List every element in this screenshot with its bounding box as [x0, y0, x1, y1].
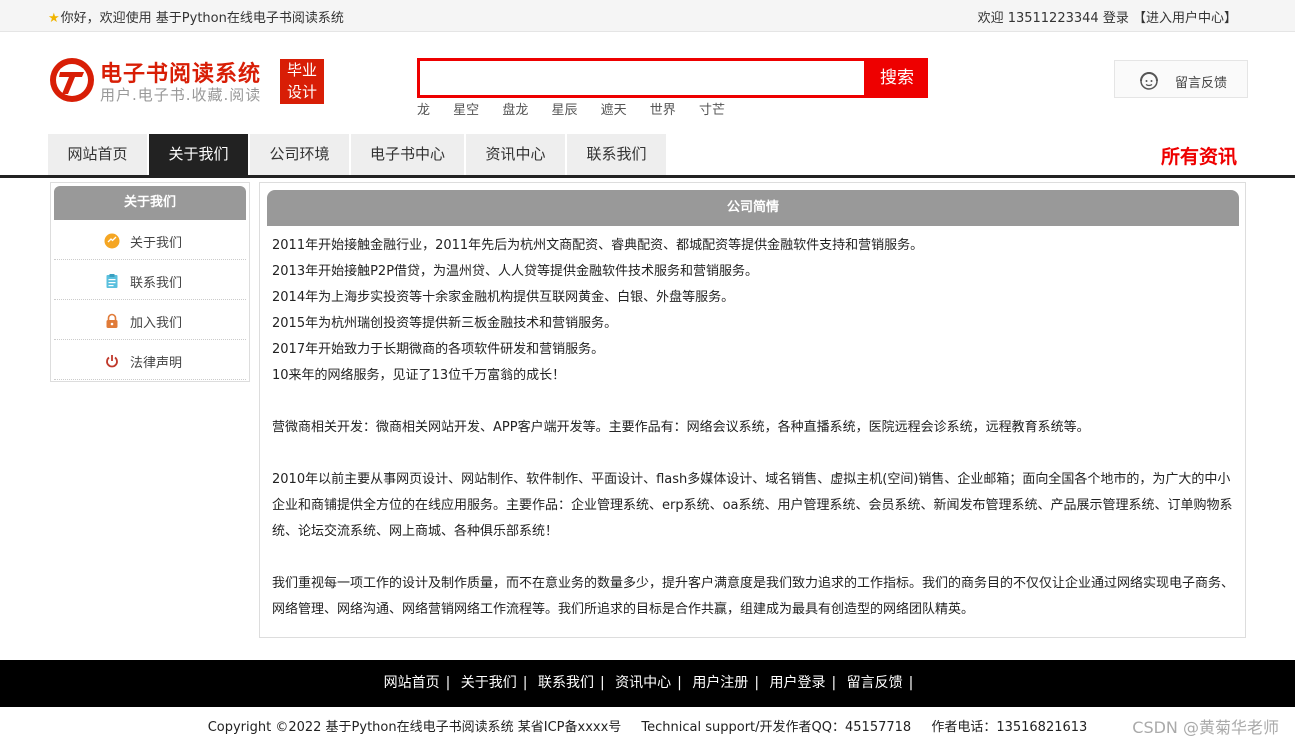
content-paragraph: 营微商相关开发：微商相关网站开发、APP客户端开发等。主要作品有：网络会议系统，… [272, 420, 1090, 435]
nav-about[interactable]: 关于我们 [149, 134, 249, 175]
sidebar-item-legal[interactable]: 法律声明 [54, 340, 246, 380]
badge-line1: 毕业 [286, 61, 317, 79]
user-center-link[interactable]: 【进入用户中心】 [1133, 11, 1237, 26]
greeting: ★你好，欢迎使用 基于Python在线电子书阅读系统 [48, 7, 344, 26]
nav-environment[interactable]: 公司环境 [250, 134, 350, 175]
login-link[interactable]: 登录 [1103, 11, 1129, 26]
footer-separator: | [677, 675, 682, 691]
footer-link-contact[interactable]: 联系我们 [538, 675, 594, 691]
footer-separator: | [599, 675, 605, 691]
footer-separator: | [522, 675, 528, 691]
main-panel-body: 2011年开始接触金融行业，2011年先后为杭州文商配资、睿典配资、都城配资等提… [272, 233, 1234, 623]
sidebar-item-label: 关于我们 [130, 236, 183, 251]
sidebar-item-label: 加入我们 [130, 316, 183, 331]
nav-contact[interactable]: 联系我们 [567, 134, 667, 175]
paragraph-spacer [272, 545, 1234, 571]
content-paragraph: 2017年开始致力于长期微商的各项软件研发和营销服务。 [272, 342, 605, 357]
footer-separator: | [831, 675, 837, 691]
search-input[interactable] [417, 58, 867, 98]
hot-word[interactable]: 龙 [417, 103, 430, 118]
sidebar-title: 关于我们 [54, 186, 246, 220]
feedback-label: 留言反馈 [1175, 76, 1228, 91]
paragraph-spacer [272, 441, 1234, 467]
footer-link-about[interactable]: 关于我们 [461, 675, 517, 691]
customer-service-icon [1140, 72, 1158, 90]
sidebar-item-contact[interactable]: 联系我们 [54, 260, 246, 300]
copyright-text: Copyright ©2022 基于Python在线电子书阅读系统 某省ICP备… [207, 720, 622, 735]
footer-link-login[interactable]: 用户登录 [769, 675, 825, 691]
footer-link-news[interactable]: 资讯中心 [615, 675, 671, 691]
nav-ebook-center[interactable]: 电子书中心 [351, 134, 465, 175]
paragraph-spacer [272, 389, 1234, 415]
site-subtitle: 用户.电子书.收藏.阅读 [100, 86, 262, 104]
phone-text: 作者电话：13516821613 [931, 720, 1088, 735]
footer-separator: | [908, 675, 914, 691]
nav-home[interactable]: 网站首页 [48, 134, 148, 175]
support-text: Technical support/开发作者QQ：45157718 [641, 720, 912, 735]
sidebar-item-join[interactable]: 加入我们 [54, 300, 246, 340]
footer-link-register[interactable]: 用户注册 [692, 675, 748, 691]
lock-icon [106, 313, 118, 328]
orange-circle-icon [104, 233, 120, 249]
content-paragraph: 我们重视每一项工作的设计及制作质量，而不在意业务的数量多少，提升客户满意度是我们… [272, 576, 1235, 617]
badge-line2: 设计 [286, 83, 317, 101]
logo-icon [50, 58, 94, 102]
hot-word[interactable]: 遮天 [601, 103, 627, 118]
content-paragraph: 2011年开始接触金融行业，2011年先后为杭州文商配资、睿典配资、都城配资等提… [272, 238, 924, 253]
welcome-text: 欢迎 13511223344 [977, 11, 1099, 26]
content-paragraph: 10来年的网络服务，见证了13位千万富翁的成长！ [272, 368, 566, 383]
star-icon: ★ [48, 11, 60, 26]
user-links: 欢迎 13511223344 登录 【进入用户中心】 [976, 7, 1237, 26]
footer-separator: | [445, 675, 451, 691]
nav-news-center[interactable]: 资讯中心 [466, 134, 566, 175]
power-icon [106, 355, 118, 368]
main-panel: 公司简情 2011年开始接触金融行业，2011年先后为杭州文商配资、睿典配资、都… [259, 182, 1246, 638]
hot-words: 龙 星空 盘龙 星辰 遮天 世界 寸芒 [417, 99, 744, 118]
hot-word[interactable]: 盘龙 [502, 103, 528, 118]
footer-link-home[interactable]: 网站首页 [384, 675, 440, 691]
all-news-link[interactable]: 所有资讯 [1161, 142, 1237, 169]
footer-nav: 网站首页 | 关于我们 | 联系我们 | 资讯中心 | 用户注册 | 用户登录 | 留言反馈… [0, 660, 1295, 707]
hot-word[interactable]: 星辰 [551, 103, 577, 118]
copyright-line: Copyright ©2022 基于Python在线电子书阅读系统 某省ICP备… [0, 716, 1295, 735]
clipboard-icon [106, 274, 118, 288]
main-panel-title: 公司简情 [267, 190, 1239, 226]
hot-word[interactable]: 星空 [453, 103, 479, 118]
graduation-badge: 毕业 设计 [280, 59, 324, 104]
content-paragraph: 2014年为上海步实投资等十余家金融机构提供互联网黄金、白银、外盘等服务。 [272, 290, 735, 305]
sidebar: 关于我们 关于我们 联系我们 加入我们 法律声明 [50, 182, 250, 382]
sidebar-item-label: 联系我们 [130, 276, 183, 291]
search-button[interactable]: 搜索 [866, 58, 928, 98]
feedback-button[interactable]: 留言反馈 [1114, 60, 1248, 98]
greeting-text: 你好，欢迎使用 基于Python在线电子书阅读系统 [60, 11, 344, 26]
footer-link-feedback[interactable]: 留言反馈 [847, 675, 903, 691]
content-paragraph: 2013年开始接触P2P借贷，为温州贷、人人贷等提供金融软件技术服务和营销服务。 [272, 264, 759, 279]
content-paragraph: 2010年以前主要从事网页设计、网站制作、软件制作、平面设计、flash多媒体设… [272, 472, 1233, 539]
content-paragraph: 2015年为杭州瑞创投资等提供新三板金融技术和营销服务。 [272, 316, 618, 331]
top-bar: ★你好，欢迎使用 基于Python在线电子书阅读系统 欢迎 1351122334… [0, 0, 1295, 32]
sidebar-item-about[interactable]: 关于我们 [54, 220, 246, 260]
footer-separator: | [754, 675, 760, 691]
sidebar-item-label: 法律声明 [130, 356, 183, 371]
main-nav: 网站首页 关于我们 公司环境 电子书中心 资讯中心 联系我们 所有资讯 [0, 134, 1295, 178]
watermark: CSDN @黄菊华老师 [1132, 718, 1279, 737]
hot-word[interactable]: 世界 [650, 103, 676, 118]
hot-word[interactable]: 寸芒 [699, 103, 725, 118]
